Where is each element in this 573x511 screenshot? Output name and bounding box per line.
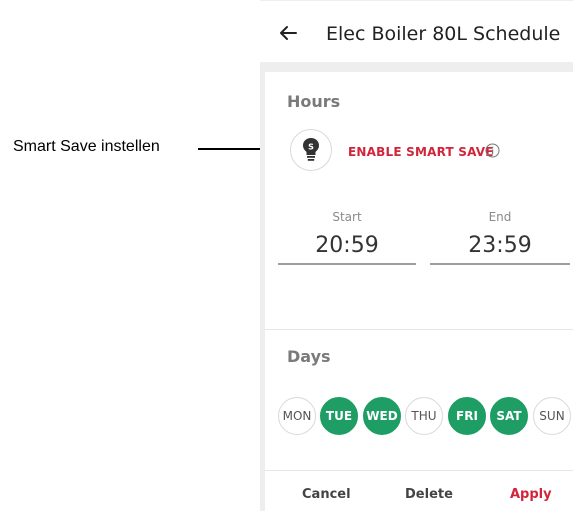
day-mon[interactable]: MON — [278, 397, 316, 435]
end-time-field[interactable]: 23:59 — [430, 233, 570, 258]
actions-divider — [265, 470, 573, 471]
end-label: End — [488, 210, 512, 224]
days-title: Days — [287, 347, 331, 366]
smart-save-button[interactable]: S — [290, 129, 332, 171]
hours-title: Hours — [287, 92, 341, 111]
app-header: Elec Boiler 80L Schedule — [260, 0, 573, 63]
apply-button[interactable]: Apply — [510, 487, 552, 502]
enable-smart-save-link[interactable]: ENABLE SMART SAVE — [348, 145, 494, 159]
start-time-field[interactable]: 20:59 — [278, 233, 416, 258]
day-thu[interactable]: THU — [405, 397, 443, 435]
info-icon[interactable] — [485, 143, 500, 158]
arrow-left-icon[interactable] — [276, 21, 300, 45]
start-time-underline — [278, 263, 416, 265]
start-label: Start — [332, 210, 362, 224]
delete-button[interactable]: Delete — [405, 487, 453, 502]
section-divider — [265, 329, 573, 330]
svg-text:S: S — [308, 143, 314, 152]
day-sat[interactable]: SAT — [490, 397, 528, 435]
cancel-button[interactable]: Cancel — [302, 487, 351, 502]
day-sun[interactable]: SUN — [533, 397, 571, 435]
day-tue[interactable]: TUE — [320, 397, 358, 435]
smart-save-bulb-icon: S — [303, 138, 319, 161]
end-time-underline — [430, 263, 570, 265]
day-wed[interactable]: WED — [363, 397, 401, 435]
page-title: Elec Boiler 80L Schedule — [326, 23, 561, 45]
day-fri[interactable]: FRI — [448, 397, 486, 435]
annotation-label: Smart Save instellen — [13, 138, 160, 155]
phone-screen: Elec Boiler 80L Schedule Hours S ENABLE … — [260, 0, 573, 511]
